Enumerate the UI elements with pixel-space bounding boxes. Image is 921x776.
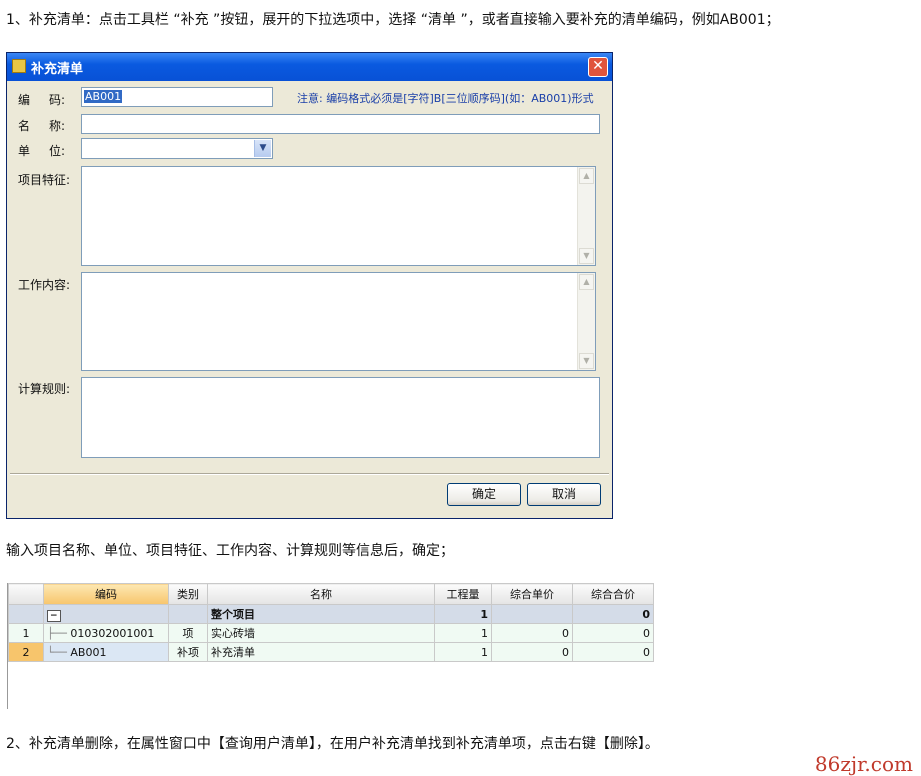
header-row-number: [8, 583, 44, 605]
row-name: 实心砖墙: [207, 623, 435, 643]
row-code: └── AB001: [43, 642, 169, 662]
chevron-down-icon[interactable]: ▼: [254, 140, 271, 157]
row-unit-price: 0: [491, 642, 573, 662]
header-name[interactable]: 名称: [207, 583, 435, 605]
header-quantity[interactable]: 工程量: [434, 583, 492, 605]
row-code: ├── 010302001001: [43, 623, 169, 643]
feature-scrollbar[interactable]: ▲ ▼: [577, 167, 595, 265]
row-type: 补项: [168, 642, 208, 662]
work-scrollbar[interactable]: ▲ ▼: [577, 273, 595, 370]
row-name: 补充清单: [207, 642, 435, 662]
work-textarea[interactable]: ▲ ▼: [81, 272, 596, 371]
row-number: [8, 604, 44, 624]
watermark: 86zjr.com: [814, 752, 913, 776]
app-icon: [12, 59, 26, 73]
ok-button[interactable]: 确定: [447, 483, 521, 506]
supplement-list-dialog: 补充清单 ✕ 编码: AB001 注意: 编码格式必须是[字符]B[三位顺序码]…: [6, 52, 613, 519]
row-quantity: 1: [434, 623, 492, 643]
group-quantity: 1: [434, 604, 492, 624]
header-total-price[interactable]: 综合合价: [572, 583, 654, 605]
scroll-up-icon[interactable]: ▲: [579, 274, 594, 290]
row-total-price: 0: [572, 623, 654, 643]
unit-label: 单位:: [18, 144, 66, 158]
scroll-up-icon[interactable]: ▲: [579, 168, 594, 184]
close-icon[interactable]: ✕: [588, 57, 608, 77]
instruction-step-1b: 输入项目名称、单位、项目特征、工作内容、计算规则等信息后，确定；: [6, 543, 454, 559]
row-type: 项: [168, 623, 208, 643]
scroll-down-icon[interactable]: ▼: [579, 248, 594, 264]
feature-label: 项目特征:: [18, 173, 71, 187]
row-total-price: 0: [572, 642, 654, 662]
row-number: 2: [8, 642, 44, 662]
cancel-button[interactable]: 取消: [527, 483, 601, 506]
rule-label: 计算规则:: [18, 382, 71, 396]
group-name: 整个项目: [207, 604, 435, 624]
table-row[interactable]: 1 ├── 010302001001 项 实心砖墙 1 0 0: [8, 623, 654, 643]
divider: [10, 473, 609, 475]
code-input[interactable]: AB001: [81, 87, 273, 107]
header-code[interactable]: 编码: [43, 583, 169, 605]
name-label: 名称:: [18, 119, 66, 133]
dialog-title-bar[interactable]: 补充清单 ✕: [7, 53, 612, 81]
grid-header-row: 编码 类别 名称 工程量 综合单价 综合合价: [8, 583, 654, 605]
feature-textarea[interactable]: ▲ ▼: [81, 166, 596, 266]
name-input[interactable]: [81, 114, 600, 134]
header-type[interactable]: 类别: [168, 583, 208, 605]
table-row[interactable]: 2 └── AB001 补项 补充清单 1 0 0: [8, 642, 654, 662]
work-label: 工作内容:: [18, 278, 71, 292]
instruction-step-1: 1、补充清单：点击工具栏 “补充 ”按钮，展开的下拉选项中，选择 “清单 ”，或…: [6, 12, 780, 28]
row-unit-price: 0: [491, 623, 573, 643]
code-value: AB001: [84, 90, 123, 103]
dialog-title: 补充清单: [31, 62, 84, 77]
table-row[interactable]: − 整个项目 1 0: [8, 604, 654, 624]
group-total: 0: [572, 604, 654, 624]
instruction-step-2: 2、补充清单删除，在属性窗口中【查询用户清单】，在用户补充清单找到补充清单项，点…: [6, 736, 659, 752]
unit-select[interactable]: ▼: [81, 138, 273, 159]
collapse-icon[interactable]: −: [43, 604, 169, 624]
code-format-note: 注意: 编码格式必须是[字符]B[三位顺序码](如：AB001)形式: [297, 92, 594, 105]
bill-grid: 编码 类别 名称 工程量 综合单价 综合合价 − 整个项目 1 0 1 ├── …: [7, 583, 658, 709]
row-quantity: 1: [434, 642, 492, 662]
row-number: 1: [8, 623, 44, 643]
header-unit-price[interactable]: 综合单价: [491, 583, 573, 605]
code-label: 编码:: [18, 93, 66, 107]
scroll-down-icon[interactable]: ▼: [579, 353, 594, 369]
rule-textarea[interactable]: [81, 377, 600, 458]
